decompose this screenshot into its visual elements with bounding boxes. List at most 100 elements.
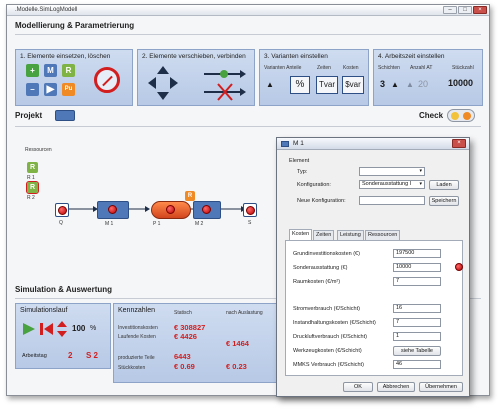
insert-elements-panel: 1. Elemente einsetzen, löschen + M R – ▶… xyxy=(15,49,133,106)
maintenance-cost-input[interactable]: 7 xyxy=(393,318,441,327)
buffer-p1-label: P 1 xyxy=(153,221,161,227)
move-elements-title: 2. Elemente verschieben, verbinden xyxy=(142,53,246,60)
configuration-label: Konfiguration: xyxy=(297,182,331,188)
divider xyxy=(15,126,481,127)
insert-elements-title: 1. Elemente einsetzen, löschen xyxy=(20,53,111,60)
tab-times[interactable]: Zeiten xyxy=(313,230,335,240)
field-label: Instandhaltungskosten (€/Schicht) xyxy=(293,320,376,326)
resource-r2[interactable]: R xyxy=(26,181,39,194)
type-label: Typ: xyxy=(297,169,308,175)
workday-label: Arbeitstag xyxy=(22,353,47,359)
worktime-title: 4. Arbeitszeit einstellen xyxy=(378,53,445,60)
costs-label: Kosten xyxy=(343,65,359,71)
running-cost-after-value: € 1464 xyxy=(226,339,249,348)
quantity-value[interactable]: 10000 xyxy=(448,78,473,88)
workdays-value[interactable]: 20 xyxy=(418,79,428,89)
check-label: Check xyxy=(419,111,444,120)
sink-s-label: S xyxy=(248,220,252,226)
maximize-button[interactable]: □ xyxy=(458,6,472,14)
invest-label: Investitionskosten xyxy=(118,325,158,331)
add-icon[interactable]: + xyxy=(26,64,39,77)
progress-percent: 100 xyxy=(72,324,86,333)
shifts-value[interactable]: 3 xyxy=(380,79,385,89)
play-icon[interactable] xyxy=(22,322,36,336)
tab-resources[interactable]: Ressourcen xyxy=(365,230,401,240)
buffer-p1-status-icon xyxy=(166,205,175,214)
kpi-static-header: Statisch xyxy=(174,310,192,316)
dialog-title-bar: M 1 × xyxy=(277,138,469,150)
machine-m2-status-icon xyxy=(202,205,211,214)
new-configuration-label: Neue Konfiguration: xyxy=(297,198,346,204)
variants-title: 3. Varianten einstellen xyxy=(264,53,328,60)
resource-r2-label: R 2 xyxy=(27,195,35,201)
cancel-button[interactable]: Abbrechen xyxy=(377,382,415,392)
shifts-up-icon[interactable]: ▲ xyxy=(391,80,399,89)
type-select[interactable]: ▾ xyxy=(359,167,425,176)
check-traffic-light[interactable] xyxy=(447,109,475,122)
tab-performance[interactable]: Leistung xyxy=(337,230,364,240)
power-consumption-input[interactable]: 16 xyxy=(393,304,441,313)
connect-icon[interactable] xyxy=(200,64,246,102)
worktime-panel: 4. Arbeitszeit einstellen Schichten Anza… xyxy=(373,49,483,106)
running-cost-static-value: € 4426 xyxy=(174,332,197,341)
shift-value: S 2 xyxy=(86,351,99,360)
increase-icon[interactable]: ▲ xyxy=(266,80,274,89)
buffer-button[interactable]: Pu xyxy=(62,83,75,96)
field-label: Grundinvestitionskosten (€) xyxy=(293,251,360,257)
tab-costs[interactable]: Kosten xyxy=(289,229,313,240)
speed-arrows-icon[interactable] xyxy=(56,320,68,338)
machine-m2-label: M 2 xyxy=(195,221,204,227)
dialog-close-button[interactable]: × xyxy=(452,139,466,148)
base-investment-input[interactable]: 197500 xyxy=(393,249,441,258)
new-configuration-input[interactable] xyxy=(359,196,425,205)
source-status-icon xyxy=(57,205,67,215)
cost-variance-button[interactable]: $var xyxy=(342,76,364,94)
resource-r1-label: R 1 xyxy=(27,175,35,181)
resource-badge-m2[interactable]: R xyxy=(185,191,195,201)
save-button[interactable]: Speichern xyxy=(429,196,459,206)
apply-button[interactable]: Übernehmen xyxy=(419,382,463,392)
source-icon[interactable]: ▶ xyxy=(44,83,57,96)
model-canvas[interactable]: Ressourcen R R 1 R R 2 Q M 1 P 1 R M 2 S xyxy=(15,129,283,274)
project-label: Projekt xyxy=(15,111,43,120)
kpi-after-header: nach Auslastung xyxy=(226,310,263,316)
resources-label: Ressourcen xyxy=(25,147,52,153)
no-delete-icon[interactable] xyxy=(94,67,120,93)
warning-dot-icon xyxy=(455,263,463,271)
field-label: Sonderausstattung (€) xyxy=(293,265,348,271)
time-variance-button[interactable]: Tvar xyxy=(316,76,338,94)
modelling-heading: Modellierung & Parametrierung xyxy=(15,21,135,30)
simulation-heading: Simulation & Auswertung xyxy=(15,285,113,294)
minimize-button[interactable]: – xyxy=(443,6,457,14)
project-info-button[interactable] xyxy=(55,110,75,121)
field-label: MMKS Verbrauch (€/Schicht) xyxy=(293,362,364,368)
orange-light-icon xyxy=(463,112,471,120)
divider xyxy=(15,34,481,35)
configuration-select[interactable]: Sonderausstattung I ▾ xyxy=(359,180,425,189)
simulation-run-panel: Simulationslauf 100 % Arbeitstag 2 S 2 xyxy=(15,303,111,369)
machine-m1-label: M 1 xyxy=(105,221,114,227)
field-label: Druckluftverbrauch (€/Schicht) xyxy=(293,334,367,340)
workdays-label: Anzahl AT xyxy=(410,65,433,71)
move-arrows-icon[interactable] xyxy=(146,64,180,102)
window-title: .Modelle.SimLogModell xyxy=(15,7,78,13)
room-cost-input[interactable]: 7 xyxy=(393,277,441,286)
resource-r1[interactable]: R xyxy=(27,162,38,173)
percent-button[interactable]: % xyxy=(290,76,310,94)
variants-panel: 3. Varianten einstellen Varianten Anteil… xyxy=(259,49,369,106)
machine-icon xyxy=(281,141,289,147)
see-table-button[interactable]: siehe Tabelle xyxy=(393,346,441,356)
days-up-icon[interactable]: ▲ xyxy=(406,80,414,89)
resource-button[interactable]: R xyxy=(62,64,75,77)
configuration-value: Sonderausstattung I xyxy=(362,181,412,187)
field-label: Raumkosten (€/m²) xyxy=(293,279,341,285)
load-button[interactable]: Laden xyxy=(429,180,459,190)
mmks-consumption-input[interactable]: 46 xyxy=(393,360,441,369)
reset-icon[interactable] xyxy=(40,322,54,336)
machine-button[interactable]: M xyxy=(44,64,57,77)
delete-icon[interactable]: – xyxy=(26,83,39,96)
close-button[interactable]: × xyxy=(473,6,487,14)
compressed-air-input[interactable]: 1 xyxy=(393,332,441,341)
ok-button[interactable]: OK xyxy=(343,382,373,392)
special-equipment-input[interactable]: 10000 xyxy=(393,263,441,272)
